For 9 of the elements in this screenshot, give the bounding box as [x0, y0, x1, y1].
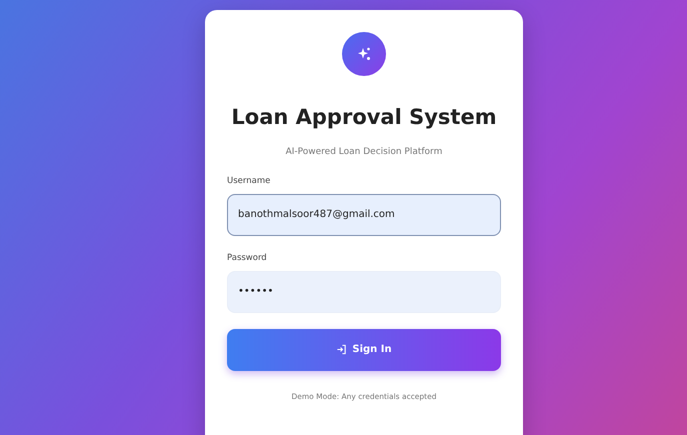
- username-field[interactable]: banothmalsoor487@gmail.com: [227, 194, 501, 236]
- field-label: Username: [227, 175, 272, 188]
- sign-in-button[interactable]: Sign In: [227, 328, 501, 370]
- logo-icon: [342, 32, 386, 76]
- sign-in-icon: [336, 344, 348, 355]
- password-field[interactable]: ••••••: [227, 270, 501, 312]
- app-subtitle: AI-Powered Loan Decision Platform: [284, 146, 444, 158]
- app-title: Loan Approval System: [230, 104, 498, 131]
- field-label: Password: [227, 252, 268, 264]
